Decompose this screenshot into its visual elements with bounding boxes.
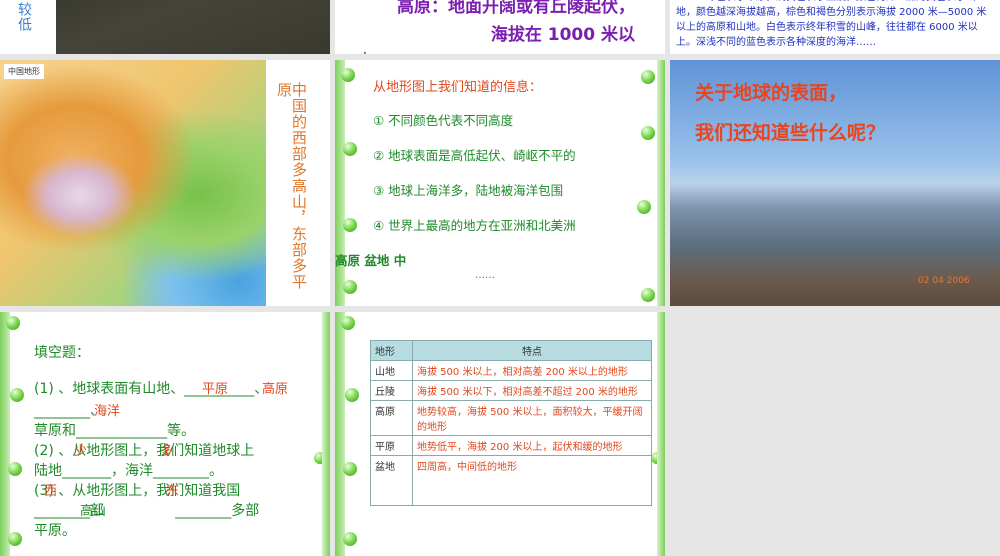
question-text: ________部 ________多部 bbox=[34, 503, 260, 519]
question-text: 草原和_____________等。 bbox=[34, 423, 195, 439]
bubble-decoration bbox=[341, 316, 355, 330]
question-text: 平原。 bbox=[34, 523, 76, 539]
answer-text: 海洋 bbox=[94, 404, 121, 419]
terrain-desc: 海拔 500 米以上，相对高差 200 米以上的地形 bbox=[412, 360, 652, 381]
bubble-decoration bbox=[651, 452, 663, 464]
slide-thumbnail-7[interactable]: 填空题： (1) 、地球表面有山地、__________、 ________、 … bbox=[0, 312, 330, 556]
table-row: 丘陵 海拔 500 米以下，相对高差不超过 200 米的地形 bbox=[370, 380, 652, 401]
info-item: ② 地球表面是高低起伏、崎岖不平的 bbox=[373, 148, 576, 163]
terrain-desc: 四周高，中间低的地形 bbox=[412, 455, 652, 506]
bubble-decoration bbox=[641, 70, 655, 84]
bubble-decoration bbox=[641, 288, 655, 302]
table-header: 特点 bbox=[412, 340, 652, 361]
slide-text: 海拔在 1000 米以 bbox=[490, 25, 635, 45]
bubble-decoration bbox=[343, 142, 357, 156]
overlap-text: 高原 盆地 中 bbox=[335, 253, 407, 268]
terrain-desc: 地势较高，海拔 500 米以上，面积较大，平缓开阔的地形 bbox=[412, 400, 652, 436]
answer-text: 东 bbox=[166, 484, 180, 499]
slide-heading: 填空题： bbox=[34, 345, 90, 361]
bubble-decoration bbox=[314, 452, 326, 464]
table-row: 平原 地势低平，海拔 200 米以上，起伏和缓的地形 bbox=[370, 435, 652, 456]
photo-date: 02 04 2006 bbox=[918, 276, 970, 286]
terrain-name: 高原 bbox=[370, 400, 413, 436]
table-row: 盆地 四周高，中间低的地形 bbox=[370, 455, 652, 506]
slide-thumbnail-5[interactable]: 从地形图上我们知道的信息： ① 不同颜色代表不同高度 ② 地球表面是高低起伏、崎… bbox=[335, 60, 665, 306]
bubble-decoration bbox=[341, 68, 355, 82]
table-row: 山地 海拔 500 米以上，相对高差 200 米以上的地形 bbox=[370, 360, 652, 381]
slide-paragraph: 绿色表示平原，浅黄色表示丘陵，颜色再深一点的黄色表示山地，颜色越深海拔越高，棕色… bbox=[676, 0, 987, 48]
bubble-decoration bbox=[343, 462, 357, 476]
vertical-text: 较低 bbox=[16, 2, 32, 32]
info-item: ④ 世界上最高的地方在亚洲和北美洲 bbox=[373, 218, 576, 233]
terrain-name: 山地 bbox=[370, 360, 413, 381]
slide-title: 我们还知道些什么呢？ bbox=[695, 122, 886, 144]
map-title: 中国地形 bbox=[4, 64, 44, 79]
slide-thumbnail-6[interactable]: 关于地球的表面， 我们还知道些什么呢？ 02 04 2006 bbox=[670, 60, 1000, 306]
bubble-decoration bbox=[8, 462, 22, 476]
terrain-name: 平原 bbox=[370, 435, 413, 456]
side-text: 中国的西部多高山，东部多平 bbox=[290, 82, 308, 290]
slide-thumbnail-1[interactable]: 较低 bbox=[0, 0, 330, 54]
slide-thumbnail-3[interactable]: 绿色表示平原，浅黄色表示丘陵，颜色再深一点的黄色表示山地，颜色越深海拔越高，棕色… bbox=[670, 0, 1000, 54]
answer-text: 西 bbox=[44, 484, 58, 499]
bubble-decoration bbox=[10, 388, 24, 402]
slide-thumbnail-4[interactable]: 中国地形 中国的西部多高山，东部多平 原 bbox=[0, 60, 330, 306]
question-text: 陆地_______，海洋________。 bbox=[34, 463, 223, 479]
terrain-name: 盆地 bbox=[370, 455, 413, 506]
slide-title: 关于地球的表面， bbox=[695, 82, 848, 104]
slide-text: 上 bbox=[357, 46, 374, 54]
table-header: 地形 bbox=[370, 340, 413, 361]
bubble-decoration bbox=[641, 126, 655, 140]
table-row: 高原 地势较高，海拔 500 米以上，面积较大，平缓开阔的地形 bbox=[370, 400, 652, 436]
question-text: (3) 、从地形图上，我们知道我国 bbox=[34, 483, 241, 499]
terrain-name: 丘陵 bbox=[370, 380, 413, 401]
china-terrain-map bbox=[0, 60, 266, 306]
slide-thumbnail-8[interactable]: 地形 特点 山地 海拔 500 米以上，相对高差 200 米以上的地形 丘陵 海拔 5… bbox=[335, 312, 665, 556]
slide-text: 高原：地面开阔或有丘陵起伏， bbox=[397, 0, 635, 17]
ellipsis: …… bbox=[475, 270, 495, 281]
question-text: (1) 、地球表面有山地、__________、 bbox=[34, 381, 269, 397]
bubble-decoration bbox=[343, 218, 357, 232]
slide-thumbnail-2[interactable]: 高原：地面开阔或有丘陵起伏， 海拔在 1000 米以 上 bbox=[335, 0, 665, 54]
bubble-decoration bbox=[345, 388, 359, 402]
answer-text: 高原 bbox=[262, 382, 289, 397]
slide-heading: 从地形图上我们知道的信息： bbox=[373, 80, 543, 95]
terrain-desc: 地势低平，海拔 200 米以上，起伏和缓的地形 bbox=[412, 435, 652, 456]
info-item: ③ 地球上海洋多，陆地被海洋包围 bbox=[373, 183, 564, 198]
terrain-desc: 海拔 500 米以下，相对高差不超过 200 米的地形 bbox=[412, 380, 652, 401]
forest-photo bbox=[56, 0, 330, 54]
side-text: 原 bbox=[275, 82, 293, 98]
terrain-table: 地形 特点 山地 海拔 500 米以上，相对高差 200 米以上的地形 丘陵 海拔 5… bbox=[370, 340, 652, 506]
bubble-decoration bbox=[8, 532, 22, 546]
bubble-decoration bbox=[6, 316, 20, 330]
answer-text: 少 bbox=[74, 444, 88, 459]
bubble-decoration bbox=[343, 280, 357, 294]
bubble-decoration bbox=[343, 532, 357, 546]
info-item: ① 不同颜色代表不同高度 bbox=[373, 113, 514, 128]
answer-text: 平原 bbox=[202, 382, 229, 397]
question-text: (2) 、从地形图上，我们知道地球上 bbox=[34, 443, 255, 459]
answer-text: 多 bbox=[160, 444, 174, 459]
answer-text: 高山 bbox=[80, 504, 107, 519]
bubble-decoration bbox=[637, 200, 651, 214]
